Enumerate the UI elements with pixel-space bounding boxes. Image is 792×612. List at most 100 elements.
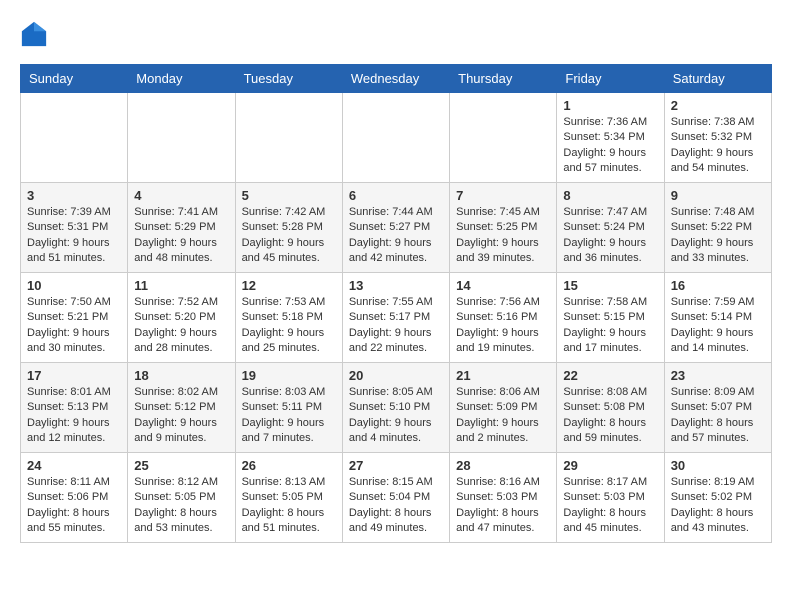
calendar-cell: 26 Sunrise: 8:13 AM Sunset: 5:05 PM Dayli… xyxy=(235,453,342,543)
calendar-cell: 29 Sunrise: 8:17 AM Sunset: 5:03 PM Dayli… xyxy=(557,453,664,543)
calendar-cell xyxy=(342,93,449,183)
calendar-week-5: 24Sunrise: 8:11 AM Sunset: 5:06 PM Dayli… xyxy=(21,453,772,543)
day-number: 19 xyxy=(242,368,336,383)
day-number: 29 xyxy=(563,458,657,473)
day-info: Sunrise: 7:38 AM Sunset: 5:32 PM Dayligh… xyxy=(671,115,765,177)
day-info: Sunrise: 8:08 AM Sunset: 5:08 PM Dayligh… xyxy=(563,385,657,447)
calendar-cell: 18 Sunrise: 8:02 AM Sunset: 5:12 PM Dayli… xyxy=(128,363,235,453)
calendar-cell xyxy=(235,93,342,183)
day-number: 20 xyxy=(349,368,443,383)
day-info: Sunrise: 7:42 AM Sunset: 5:28 PM Dayligh… xyxy=(242,205,336,267)
day-info: Sunrise: 8:02 AM Sunset: 5:12 PM Dayligh… xyxy=(134,385,228,447)
day-number: 17 xyxy=(27,368,121,383)
day-number: 22 xyxy=(563,368,657,383)
day-info: Sunrise: 8:15 AM Sunset: 5:04 PM Dayligh… xyxy=(349,475,443,537)
day-number: 16 xyxy=(671,278,765,293)
day-number: 23 xyxy=(671,368,765,383)
day-info: Sunrise: 7:59 AM Sunset: 5:14 PM Dayligh… xyxy=(671,295,765,357)
weekday-header-tuesday: Tuesday xyxy=(235,65,342,93)
day-info: Sunrise: 8:06 AM Sunset: 5:09 PM Dayligh… xyxy=(456,385,550,447)
logo xyxy=(20,20,52,48)
weekday-header-row: SundayMondayTuesdayWednesdayThursdayFrid… xyxy=(21,65,772,93)
main-container: SundayMondayTuesdayWednesdayThursdayFrid… xyxy=(0,0,792,553)
calendar-table: SundayMondayTuesdayWednesdayThursdayFrid… xyxy=(20,64,772,543)
calendar-cell: 11Sunrise: 7:52 AM Sunset: 5:20 PM Dayli… xyxy=(128,273,235,363)
day-number: 4 xyxy=(134,188,228,203)
weekday-header-sunday: Sunday xyxy=(21,65,128,93)
calendar-week-1: 1 Sunrise: 7:36 AM Sunset: 5:34 PM Daylig… xyxy=(21,93,772,183)
calendar-cell xyxy=(450,93,557,183)
day-info: Sunrise: 8:01 AM Sunset: 5:13 PM Dayligh… xyxy=(27,385,121,447)
weekday-header-saturday: Saturday xyxy=(664,65,771,93)
day-info: Sunrise: 8:09 AM Sunset: 5:07 PM Dayligh… xyxy=(671,385,765,447)
weekday-header-wednesday: Wednesday xyxy=(342,65,449,93)
day-number: 30 xyxy=(671,458,765,473)
day-info: Sunrise: 7:39 AM Sunset: 5:31 PM Dayligh… xyxy=(27,205,121,267)
calendar-cell: 5 Sunrise: 7:42 AM Sunset: 5:28 PM Daylig… xyxy=(235,183,342,273)
calendar-cell: 21 Sunrise: 8:06 AM Sunset: 5:09 PM Dayli… xyxy=(450,363,557,453)
day-info: Sunrise: 8:03 AM Sunset: 5:11 PM Dayligh… xyxy=(242,385,336,447)
day-number: 7 xyxy=(456,188,550,203)
weekday-header-friday: Friday xyxy=(557,65,664,93)
day-number: 25 xyxy=(134,458,228,473)
calendar-cell: 19 Sunrise: 8:03 AM Sunset: 5:11 PM Dayli… xyxy=(235,363,342,453)
calendar-cell: 12 Sunrise: 7:53 AM Sunset: 5:18 PM Dayli… xyxy=(235,273,342,363)
day-info: Sunrise: 8:05 AM Sunset: 5:10 PM Dayligh… xyxy=(349,385,443,447)
calendar-cell: 13 Sunrise: 7:55 AM Sunset: 5:17 PM Dayli… xyxy=(342,273,449,363)
day-info: Sunrise: 8:13 AM Sunset: 5:05 PM Dayligh… xyxy=(242,475,336,537)
day-info: Sunrise: 7:58 AM Sunset: 5:15 PM Dayligh… xyxy=(563,295,657,357)
calendar-cell: 7 Sunrise: 7:45 AM Sunset: 5:25 PM Daylig… xyxy=(450,183,557,273)
day-info: Sunrise: 8:19 AM Sunset: 5:02 PM Dayligh… xyxy=(671,475,765,537)
day-info: Sunrise: 8:17 AM Sunset: 5:03 PM Dayligh… xyxy=(563,475,657,537)
day-info: Sunrise: 8:12 AM Sunset: 5:05 PM Dayligh… xyxy=(134,475,228,537)
day-info: Sunrise: 7:55 AM Sunset: 5:17 PM Dayligh… xyxy=(349,295,443,357)
calendar-cell: 6 Sunrise: 7:44 AM Sunset: 5:27 PM Daylig… xyxy=(342,183,449,273)
day-number: 3 xyxy=(27,188,121,203)
calendar-cell: 30 Sunrise: 8:19 AM Sunset: 5:02 PM Dayli… xyxy=(664,453,771,543)
calendar-cell: 1 Sunrise: 7:36 AM Sunset: 5:34 PM Daylig… xyxy=(557,93,664,183)
day-number: 26 xyxy=(242,458,336,473)
calendar-cell: 20 Sunrise: 8:05 AM Sunset: 5:10 PM Dayli… xyxy=(342,363,449,453)
calendar-cell: 24Sunrise: 8:11 AM Sunset: 5:06 PM Dayli… xyxy=(21,453,128,543)
calendar-cell: 2Sunrise: 7:38 AM Sunset: 5:32 PM Daylig… xyxy=(664,93,771,183)
day-info: Sunrise: 7:53 AM Sunset: 5:18 PM Dayligh… xyxy=(242,295,336,357)
day-number: 18 xyxy=(134,368,228,383)
day-info: Sunrise: 7:52 AM Sunset: 5:20 PM Dayligh… xyxy=(134,295,228,357)
day-number: 27 xyxy=(349,458,443,473)
calendar-cell: 3 Sunrise: 7:39 AM Sunset: 5:31 PM Daylig… xyxy=(21,183,128,273)
calendar-week-4: 17 Sunrise: 8:01 AM Sunset: 5:13 PM Dayli… xyxy=(21,363,772,453)
day-info: Sunrise: 7:41 AM Sunset: 5:29 PM Dayligh… xyxy=(134,205,228,267)
calendar-cell: 9 Sunrise: 7:48 AM Sunset: 5:22 PM Daylig… xyxy=(664,183,771,273)
day-number: 6 xyxy=(349,188,443,203)
calendar-cell: 17 Sunrise: 8:01 AM Sunset: 5:13 PM Dayli… xyxy=(21,363,128,453)
calendar-cell: 10 Sunrise: 7:50 AM Sunset: 5:21 PM Dayli… xyxy=(21,273,128,363)
day-info: Sunrise: 7:45 AM Sunset: 5:25 PM Dayligh… xyxy=(456,205,550,267)
day-info: Sunrise: 7:36 AM Sunset: 5:34 PM Dayligh… xyxy=(563,115,657,177)
calendar-cell: 8Sunrise: 7:47 AM Sunset: 5:24 PM Daylig… xyxy=(557,183,664,273)
calendar-cell: 28Sunrise: 8:16 AM Sunset: 5:03 PM Dayli… xyxy=(450,453,557,543)
day-info: Sunrise: 7:44 AM Sunset: 5:27 PM Dayligh… xyxy=(349,205,443,267)
day-number: 21 xyxy=(456,368,550,383)
day-number: 9 xyxy=(671,188,765,203)
calendar-week-3: 10 Sunrise: 7:50 AM Sunset: 5:21 PM Dayli… xyxy=(21,273,772,363)
calendar-week-2: 3 Sunrise: 7:39 AM Sunset: 5:31 PM Daylig… xyxy=(21,183,772,273)
day-info: Sunrise: 8:16 AM Sunset: 5:03 PM Dayligh… xyxy=(456,475,550,537)
day-info: Sunrise: 8:11 AM Sunset: 5:06 PM Dayligh… xyxy=(27,475,121,537)
day-number: 14 xyxy=(456,278,550,293)
day-number: 13 xyxy=(349,278,443,293)
calendar-cell: 14Sunrise: 7:56 AM Sunset: 5:16 PM Dayli… xyxy=(450,273,557,363)
calendar-cell: 27 Sunrise: 8:15 AM Sunset: 5:04 PM Dayli… xyxy=(342,453,449,543)
calendar-cell: 4 Sunrise: 7:41 AM Sunset: 5:29 PM Daylig… xyxy=(128,183,235,273)
day-number: 12 xyxy=(242,278,336,293)
calendar-cell: 25 Sunrise: 8:12 AM Sunset: 5:05 PM Dayli… xyxy=(128,453,235,543)
day-info: Sunrise: 7:48 AM Sunset: 5:22 PM Dayligh… xyxy=(671,205,765,267)
calendar-cell xyxy=(21,93,128,183)
day-number: 10 xyxy=(27,278,121,293)
day-number: 8 xyxy=(563,188,657,203)
day-number: 5 xyxy=(242,188,336,203)
weekday-header-monday: Monday xyxy=(128,65,235,93)
day-number: 1 xyxy=(563,98,657,113)
calendar-cell xyxy=(128,93,235,183)
day-info: Sunrise: 7:50 AM Sunset: 5:21 PM Dayligh… xyxy=(27,295,121,357)
calendar-cell: 15Sunrise: 7:58 AM Sunset: 5:15 PM Dayli… xyxy=(557,273,664,363)
